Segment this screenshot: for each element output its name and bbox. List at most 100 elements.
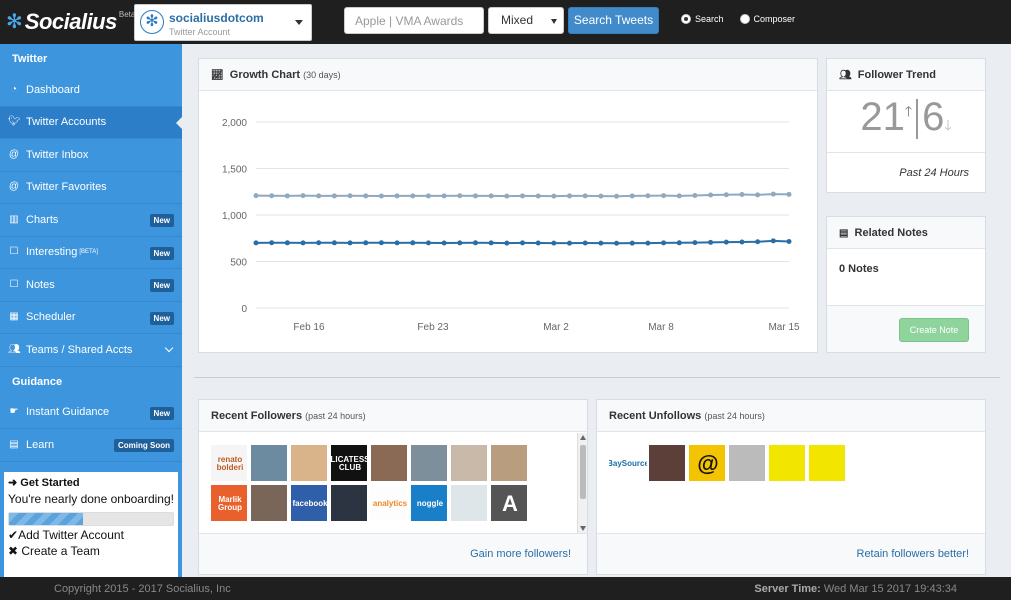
data-point (472, 240, 478, 246)
scroll-down-icon[interactable] (580, 526, 586, 531)
data-point (425, 193, 431, 199)
sidebar-heading-twitter: Twitter (0, 44, 182, 74)
data-point (441, 240, 447, 246)
data-point (676, 193, 682, 199)
y-tick-label: 0 (241, 304, 247, 315)
data-point (363, 240, 369, 246)
data-point (582, 240, 588, 246)
data-point (629, 193, 635, 199)
avatar[interactable] (330, 484, 368, 522)
avatar-label (331, 485, 369, 523)
avatar-label (251, 445, 289, 483)
sidebar-item-twitter-inbox[interactable]: @ Twitter Inbox (0, 139, 182, 172)
sidebar-item-interesting[interactable]: ☐ Interesting [BETA] New (0, 237, 182, 269)
avatar[interactable] (768, 444, 806, 482)
sidebar-item-learn[interactable]: ▤ Learn Coming Soon (0, 429, 182, 462)
data-point (755, 192, 761, 198)
avatar[interactable]: facebook (290, 484, 328, 522)
avatar[interactable]: @ (688, 444, 726, 482)
sidebar-item-charts[interactable]: ▥ Charts New (0, 204, 182, 237)
x-tick-label: Feb 23 (417, 322, 449, 333)
search-tweets-button[interactable]: Search Tweets (568, 7, 659, 34)
sidebar-item-teams[interactable]: 👥︎ Teams / Shared Accts (0, 334, 182, 367)
avatar[interactable]: renato bolderi (210, 444, 248, 482)
avatar[interactable]: analytics (370, 484, 408, 522)
sidebar-item-scheduler[interactable]: ▦ Scheduler New (0, 302, 182, 334)
onboarding-text: You're nearly done onboarding! (8, 492, 174, 506)
avatar[interactable] (250, 444, 288, 482)
data-point (457, 240, 463, 246)
at-icon: @ (8, 148, 20, 160)
sidebar-heading-guidance: Guidance (0, 366, 182, 397)
section-divider (194, 377, 1000, 378)
data-point (331, 240, 337, 246)
onboarding-task-todo[interactable]: ✖ Create a Team (8, 544, 174, 558)
mode-radio-group: Search Composer (681, 14, 811, 24)
search-radio[interactable] (681, 14, 691, 24)
growth-chart-header: 📈︎ Growth Chart (30 days) (199, 59, 817, 91)
scroll-thumb[interactable] (580, 445, 586, 499)
avatar[interactable] (450, 444, 488, 482)
coming-soon-badge: Coming Soon (114, 439, 174, 452)
account-type: Twitter Account (169, 27, 231, 37)
data-point (331, 193, 337, 199)
create-note-button[interactable]: Create Note (899, 318, 969, 342)
brand[interactable]: ✻ Socialius Beta (6, 8, 135, 36)
scroll-up-icon[interactable] (580, 435, 586, 440)
data-point (535, 193, 541, 199)
avatar[interactable]: Marlik Group (210, 484, 248, 522)
avatar-label: A (502, 491, 518, 516)
sidebar-item-label: Scheduler (26, 311, 76, 324)
avatar[interactable] (290, 444, 328, 482)
sidebar-item-notes[interactable]: ☐ Notes New (0, 269, 182, 302)
sidebar-item-label: Notes (26, 278, 55, 291)
tweet-search-input[interactable] (344, 7, 484, 34)
avatar-label (451, 445, 489, 483)
sidebar: Twitter ◔ Dashboard 🐦︎ Twitter Accounts … (0, 44, 182, 577)
avatar[interactable] (370, 444, 408, 482)
data-point (488, 193, 494, 199)
data-point (661, 240, 667, 246)
avatar-label (809, 445, 847, 483)
avatar[interactable] (490, 444, 528, 482)
data-point (723, 239, 729, 245)
avatar[interactable] (648, 444, 686, 482)
data-point (488, 240, 494, 246)
data-point (535, 240, 541, 246)
avatar[interactable] (450, 484, 488, 522)
avatar[interactable]: DELICATESSEN CLUB (330, 444, 369, 482)
recent-followers-panel: Recent Followers (past 24 hours) renato … (198, 399, 588, 575)
retain-followers-link[interactable]: Retain followers better! (857, 548, 970, 560)
avatar[interactable] (808, 444, 846, 482)
avatar[interactable]: BaySource (608, 444, 647, 482)
avatar-label: Marlik Group (218, 495, 242, 512)
avatar-label (291, 445, 329, 483)
avatar[interactable]: noggle (410, 484, 448, 522)
sidebar-item-twitter-accounts[interactable]: 🐦︎ Twitter Accounts (0, 106, 182, 139)
avatar[interactable] (250, 484, 288, 522)
avatar-label (411, 445, 449, 483)
sidebar-item-dashboard[interactable]: ◔ Dashboard (0, 74, 182, 107)
avatar[interactable]: A (490, 484, 528, 522)
followers-scrollbar[interactable] (577, 433, 587, 533)
onboarding-task-done[interactable]: ✔Add Twitter Account (8, 528, 174, 542)
account-selector[interactable]: ✻ socialiusdotcom Twitter Account (134, 4, 312, 41)
sidebar-item-twitter-favorites[interactable]: @ Twitter Favorites (0, 172, 182, 204)
composer-radio[interactable] (739, 14, 750, 24)
data-point (504, 193, 510, 199)
avatar-label (769, 445, 807, 483)
avatar-label (251, 485, 289, 523)
avatar[interactable] (728, 444, 766, 482)
gain-followers-link[interactable]: Gain more followers! (470, 548, 571, 560)
arrow-down-icon: 🡓 (944, 117, 952, 134)
sidebar-item-instant-guidance[interactable]: ☛ Instant Guidance New (0, 397, 182, 429)
dashboard-icon: ◔ (10, 83, 18, 95)
search-radio-label: Search (695, 14, 724, 24)
data-point (770, 238, 776, 244)
data-point (300, 240, 306, 246)
avatar[interactable] (410, 444, 448, 482)
data-point (645, 240, 651, 246)
result-type-select[interactable]: Mixed (488, 7, 564, 34)
follower-trend-title: Follower Trend (857, 69, 936, 81)
data-point (347, 240, 353, 246)
